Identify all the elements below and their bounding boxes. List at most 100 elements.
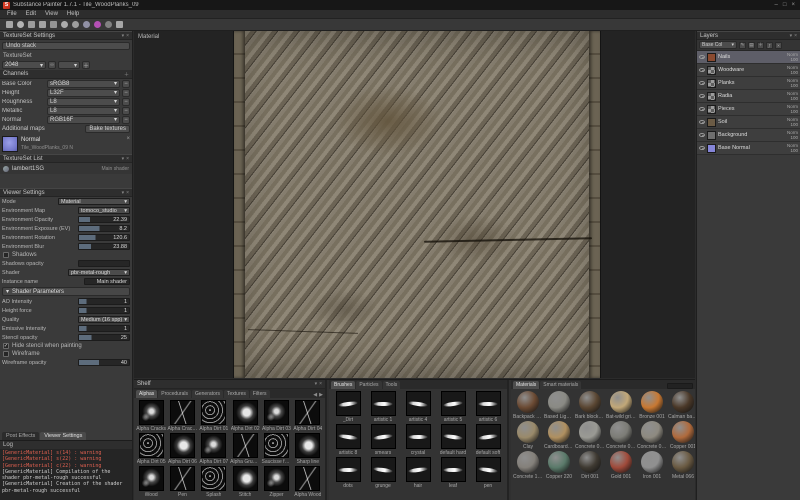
opacity-value[interactable]: 100 xyxy=(790,83,798,88)
environment-rotation-slider[interactable]: 120.6 xyxy=(78,234,130,241)
channel-format-select[interactable]: L32F▾ xyxy=(47,89,120,97)
alpha-item[interactable]: Alpha Wood xyxy=(293,466,323,498)
brush-item[interactable]: default hard xyxy=(436,424,470,456)
tab-materials[interactable]: Materials xyxy=(513,381,539,389)
alpha-item[interactable]: Alpha Dirt 01 xyxy=(199,400,229,432)
panel-menu-icon[interactable]: ▾ xyxy=(122,33,125,39)
opacity-value[interactable]: 100 xyxy=(790,122,798,127)
environment-blur-slider[interactable]: 23.88 xyxy=(78,243,130,250)
add-folder-icon[interactable]: ＋ xyxy=(757,42,764,49)
clone-tool-icon[interactable] xyxy=(72,21,79,28)
panel-menu-icon[interactable]: ▾ xyxy=(122,156,125,162)
environment-opacity-slider[interactable]: 22.39 xyxy=(78,216,130,223)
tab-alphas[interactable]: Alphas xyxy=(136,390,157,398)
alpha-item[interactable]: Alpha Grunge xyxy=(230,433,260,465)
material-item[interactable]: Copper 220 xyxy=(544,451,574,480)
brush-item[interactable]: pen xyxy=(471,457,505,489)
alpha-item[interactable]: Alpha Dirt 07 xyxy=(199,433,229,465)
prev-page-icon[interactable]: ◀ xyxy=(313,392,317,398)
opacity-value[interactable]: 100 xyxy=(790,135,798,140)
opacity-value[interactable]: 100 xyxy=(790,96,798,101)
physics-icon[interactable] xyxy=(105,21,112,28)
tab-brushes[interactable]: Brushes xyxy=(331,381,355,389)
add-channel-icon[interactable]: ＋ xyxy=(124,71,129,78)
quality-select[interactable]: Medium (16 spp)▾ xyxy=(78,316,130,323)
brush-item[interactable]: leaf xyxy=(436,457,470,489)
tab-textures[interactable]: Textures xyxy=(224,390,249,398)
alpha-item[interactable]: Alpha Dirt 03 xyxy=(261,400,291,432)
tab-viewer-settings[interactable]: Viewer Settings xyxy=(40,432,86,440)
shader-select[interactable]: pbr-metal-rough▾ xyxy=(68,269,130,276)
visibility-eye-icon[interactable] xyxy=(699,68,705,72)
shadows-opacity-slider[interactable] xyxy=(78,260,130,267)
brush-item[interactable]: smears xyxy=(366,424,400,456)
material-item[interactable]: Calman back... xyxy=(668,391,695,420)
visibility-eye-icon[interactable] xyxy=(699,55,705,59)
panel-close-icon[interactable]: × xyxy=(126,190,129,196)
size-mode-select[interactable]: ▾ xyxy=(58,61,80,69)
stencil-opacity-slider[interactable]: 25 xyxy=(78,334,130,341)
layer-row[interactable]: SoilNorm100 xyxy=(697,116,800,129)
tab-tools[interactable]: Tools xyxy=(383,381,401,389)
channel-format-select[interactable]: RGB16F▾ xyxy=(47,116,120,124)
material-item[interactable]: Concrete 001 xyxy=(575,421,605,450)
material-item[interactable]: Iron 001 xyxy=(637,451,667,480)
channel-filter-select[interactable]: Base Col▾ xyxy=(699,41,737,49)
alpha-item[interactable]: Zipper xyxy=(261,466,291,498)
visibility-eye-icon[interactable] xyxy=(699,81,705,85)
instance-name-field[interactable]: Main shader xyxy=(84,278,130,285)
remove-channel-button[interactable]: − xyxy=(122,80,130,88)
menu-view[interactable]: View xyxy=(45,11,58,17)
pen-pressure-icon[interactable] xyxy=(116,21,123,28)
alpha-item[interactable]: Wood xyxy=(136,466,166,498)
projection-tool-icon[interactable] xyxy=(39,21,46,28)
panel-menu-icon[interactable]: ▾ xyxy=(122,190,125,196)
visibility-eye-icon[interactable] xyxy=(699,146,705,150)
brush-item[interactable]: grunge xyxy=(366,457,400,489)
layer-row[interactable]: RadiaNorm100 xyxy=(697,90,800,103)
alpha-item[interactable]: Alpha Dirt 06 xyxy=(167,433,197,465)
textureset-item[interactable]: lambert1SGMain shader xyxy=(0,163,132,174)
viewport-mode-label[interactable]: Material xyxy=(138,34,159,40)
layer-row[interactable]: BackgroundNorm100 xyxy=(697,129,800,142)
add-fill-layer-icon[interactable]: ▤ xyxy=(748,42,755,49)
brush-item[interactable]: hair xyxy=(401,457,435,489)
add-paint-layer-icon[interactable]: ✎ xyxy=(739,42,746,49)
material-item[interactable]: Gold 001 xyxy=(606,451,636,480)
add-effect-icon[interactable]: ƒ xyxy=(766,42,773,49)
environment-map-select[interactable]: tomoco_studio▾ xyxy=(78,207,130,214)
panel-close-icon[interactable]: × xyxy=(319,381,322,387)
visibility-eye-icon[interactable] xyxy=(699,94,705,98)
tab-smart-materials[interactable]: Smart materials xyxy=(540,381,581,389)
remove-channel-button[interactable]: − xyxy=(122,107,130,115)
menu-file[interactable]: File xyxy=(7,11,17,17)
panel-close-icon[interactable]: × xyxy=(126,156,129,162)
brush-tool-icon[interactable] xyxy=(17,21,24,28)
alpha-item[interactable]: Alpha Dirt 02 xyxy=(230,400,260,432)
brush-item[interactable]: crystal xyxy=(401,424,435,456)
remove-channel-button[interactable]: − xyxy=(122,89,130,97)
layer-row[interactable]: Base NormalNorm100 xyxy=(697,142,800,155)
3d-viewport[interactable]: Material xyxy=(134,31,695,378)
alpha-item[interactable]: Pen xyxy=(167,466,197,498)
brush-item[interactable]: artistic 1 xyxy=(366,391,400,423)
brush-item[interactable]: artistic 8 xyxy=(331,424,365,456)
channel-format-select[interactable]: L8▾ xyxy=(47,98,120,106)
alpha-item[interactable]: Alpha Dirt 05 xyxy=(136,433,166,465)
panel-close-icon[interactable]: × xyxy=(794,33,797,39)
material-item[interactable]: Copper 001 xyxy=(668,421,695,450)
layer-row[interactable]: PiecesNorm100 xyxy=(697,103,800,116)
material-item[interactable]: Metal 066 xyxy=(668,451,695,480)
material-item[interactable]: Based Lighti... xyxy=(544,391,574,420)
material-item[interactable]: Bat-wild gris... xyxy=(606,391,636,420)
channel-format-select[interactable]: sRGB8▾ xyxy=(47,80,120,88)
material-item[interactable]: Concrete 120 xyxy=(513,451,543,480)
delete-layer-icon[interactable]: × xyxy=(775,42,782,49)
polygon-fill-tool-icon[interactable] xyxy=(50,21,57,28)
close-button[interactable]: × xyxy=(791,2,795,8)
material-item[interactable]: Cardboard 001 xyxy=(544,421,574,450)
layer-row[interactable]: WoodwareNorm100 xyxy=(697,64,800,77)
undo-stack-button[interactable]: Undo stack xyxy=(2,42,130,50)
visibility-eye-icon[interactable] xyxy=(699,133,705,137)
shader-parameters-header[interactable]: ▾ Shader Parameters xyxy=(2,287,130,296)
